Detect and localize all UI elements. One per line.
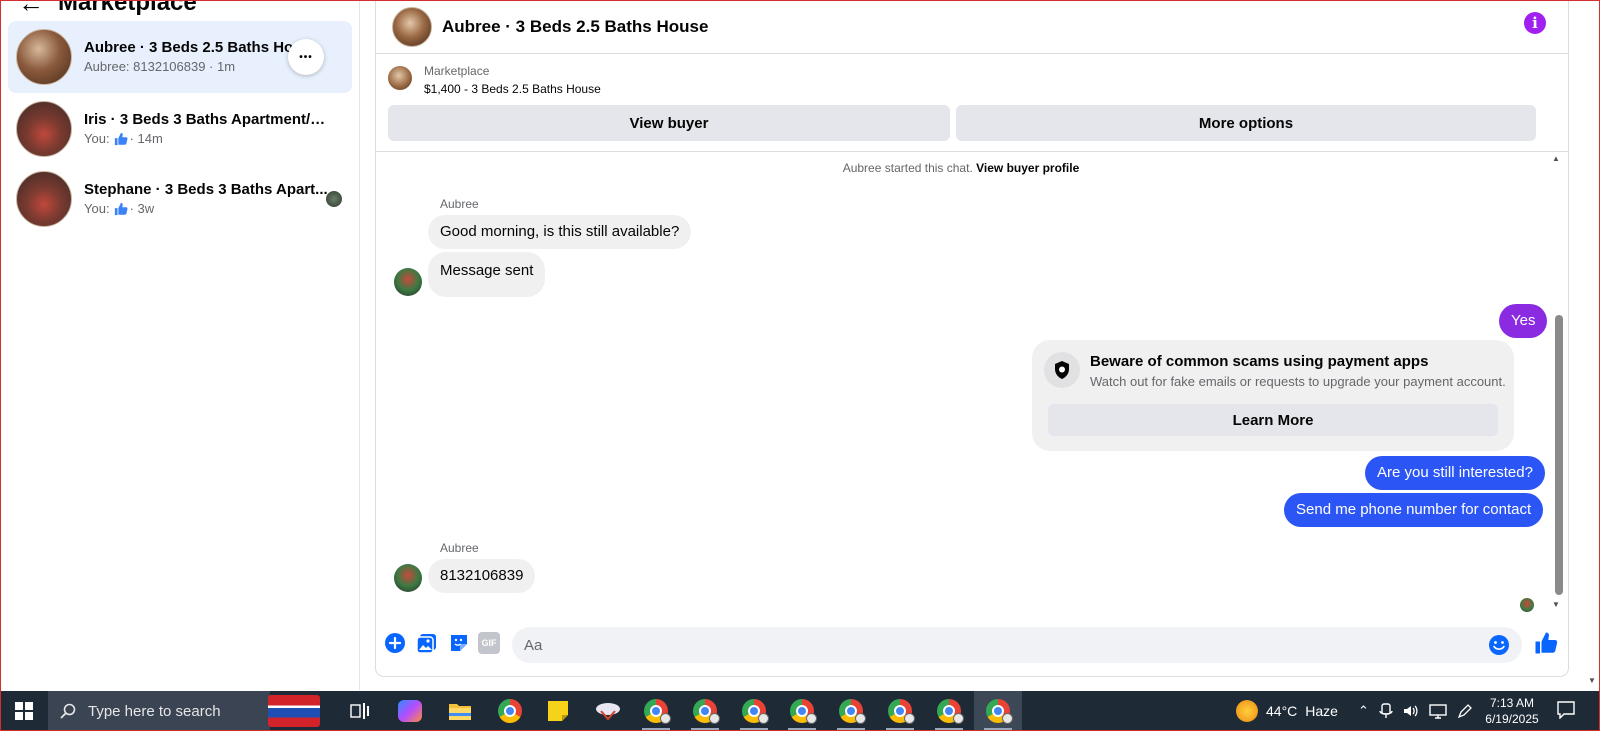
outgoing-message[interactable]: Yes (1499, 304, 1548, 338)
conversation-sidebar: ← Marketplace Aubree · 3 Beds 2.5 Baths … (0, 0, 360, 690)
contact-avatar[interactable] (392, 6, 432, 47)
thumbs-up-icon (114, 132, 128, 146)
learn-more-button[interactable]: Learn More (1048, 404, 1498, 436)
chrome-icon[interactable] (486, 691, 534, 731)
copilot-icon[interactable] (386, 691, 434, 731)
haze-weather-icon (1236, 700, 1258, 722)
sender-avatar[interactable] (394, 268, 422, 296)
scam-warning-card: Beware of common scams using payment app… (1032, 340, 1514, 451)
outgoing-message[interactable]: Send me phone number for contact (1284, 493, 1544, 527)
seen-avatar (326, 191, 342, 207)
view-buyer-button[interactable]: View buyer (388, 105, 950, 141)
incoming-message[interactable]: Good morning, is this still available? (428, 215, 692, 249)
temperature: 44°C (1266, 703, 1298, 719)
preview-time: · 3w (129, 201, 155, 216)
chrome-profile-4-icon[interactable] (778, 691, 826, 731)
info-icon[interactable]: i (1524, 12, 1546, 34)
chrome-profile-7-icon[interactable] (925, 691, 973, 731)
conversation-item-iris[interactable]: Iris · 3 Beds 3 Baths Apartment/co... Yo… (8, 93, 352, 165)
sender-name: Aubree (440, 197, 479, 211)
chat-started-notice: Aubree started this chat. View buyer pro… (376, 161, 1546, 175)
file-explorer-icon[interactable] (436, 691, 484, 731)
conversation-more-button[interactable]: ••• (288, 39, 324, 75)
clock-time: 7:13 AM (1489, 696, 1535, 710)
sender-avatar[interactable] (394, 564, 422, 592)
outgoing-message[interactable]: Are you still interested? (1365, 456, 1545, 490)
weather-widget[interactable]: 44°C Haze (1236, 691, 1338, 731)
chrome-profile-6-icon[interactable] (876, 691, 924, 731)
chat-panel: Aubree · 3 Beds 2.5 Baths House i Market… (376, 0, 1568, 676)
search-highlight-image (268, 695, 320, 727)
conversation-preview: You: · 3w (84, 200, 332, 218)
window-scroll-down-arrow-icon[interactable]: ▼ (1588, 676, 1596, 685)
chrome-profile-1-icon[interactable] (632, 691, 680, 731)
message-input[interactable]: Aa (512, 627, 1522, 663)
conversation-item-stephane[interactable]: Stephane · 3 Beds 3 Baths Apart... You: … (8, 163, 352, 235)
chrome-profile-3-icon[interactable] (730, 691, 778, 731)
search-icon (60, 703, 76, 719)
show-hidden-icons-chevron-icon[interactable]: ⌃ (1358, 703, 1369, 719)
gif-icon[interactable]: GIF (478, 632, 500, 654)
scam-warning-title: Beware of common scams using payment app… (1090, 353, 1429, 370)
listing-thumbnail (16, 29, 72, 85)
chrome-profile-5-icon[interactable] (827, 691, 875, 731)
chat-header: Aubree · 3 Beds 2.5 Baths House i (376, 0, 1568, 54)
message-input-placeholder: Aa (524, 636, 543, 654)
weather-condition: Haze (1305, 703, 1338, 719)
meet-now-icon[interactable] (1379, 703, 1393, 719)
thumbs-up-icon (114, 202, 128, 216)
windows-logo-icon (15, 702, 33, 720)
system-tray: ⌃ (1358, 691, 1473, 731)
listing-thumbnail[interactable] (388, 66, 412, 90)
like-send-icon[interactable] (1534, 631, 1558, 655)
preview-time: · 14m (129, 131, 163, 146)
more-options-icon: ••• (299, 51, 313, 63)
system-clock[interactable]: 7:13 AM 6/19/2025 (1484, 695, 1540, 727)
notification-center-icon[interactable] (1556, 701, 1576, 719)
chrome-profile-8-icon[interactable] (974, 691, 1022, 731)
volume-icon[interactable] (1403, 703, 1419, 719)
listing-thumbnail (16, 101, 72, 157)
sidebar-title: Marketplace (58, 0, 197, 16)
pen-icon[interactable] (1457, 703, 1473, 719)
started-text: Aubree started this chat. (842, 161, 973, 175)
listing-price-title[interactable]: $1,400 - 3 Beds 2.5 Baths House (424, 82, 601, 96)
scroll-up-arrow-icon[interactable]: ▲ (1552, 154, 1560, 163)
sender-name: Aubree (440, 541, 479, 555)
search-placeholder: Type here to search (88, 702, 221, 720)
snipping-tool-icon[interactable] (584, 691, 632, 731)
scroll-down-arrow-icon[interactable]: ▼ (1552, 600, 1560, 609)
plus-circle-icon[interactable] (384, 632, 406, 654)
conversation-title: Stephane · 3 Beds 3 Baths Apart... (84, 181, 328, 198)
chrome-profile-2-icon[interactable] (681, 691, 729, 731)
preview-prefix: You: (84, 131, 110, 146)
scam-warning-description: Watch out for fake emails or requests to… (1090, 374, 1506, 389)
sticker-icon[interactable] (448, 632, 470, 654)
task-view-icon[interactable] (336, 691, 384, 731)
shield-icon (1044, 352, 1080, 388)
photo-icon[interactable] (416, 632, 438, 654)
windows-start-button[interactable] (0, 691, 48, 731)
network-icon[interactable] (1429, 703, 1447, 719)
emoji-icon[interactable] (1488, 634, 1510, 656)
listing-banner: Marketplace $1,400 - 3 Beds 2.5 Baths Ho… (376, 55, 1568, 152)
conversation-item-aubree[interactable]: Aubree · 3 Beds 2.5 Baths House Aubree: … (8, 21, 352, 93)
more-options-button[interactable]: More options (956, 105, 1536, 141)
conversation-preview: You: · 14m (84, 130, 332, 148)
incoming-message[interactable]: Message sent (428, 252, 546, 297)
sticky-notes-icon[interactable] (534, 691, 582, 731)
back-arrow-icon[interactable]: ← (18, 0, 44, 16)
incoming-message[interactable]: 8132106839 (428, 559, 536, 593)
chat-title[interactable]: Aubree · 3 Beds 2.5 Baths House (442, 17, 708, 37)
chat-scrollbar-thumb[interactable] (1555, 315, 1563, 595)
read-receipt-avatar (1520, 598, 1534, 612)
view-buyer-profile-link[interactable]: View buyer profile (976, 161, 1079, 175)
clock-date: 6/19/2025 (1485, 712, 1539, 726)
listing-label: Marketplace (424, 64, 490, 78)
preview-prefix: You: (84, 201, 110, 216)
conversation-title: Iris · 3 Beds 3 Baths Apartment/co... (84, 111, 332, 128)
listing-thumbnail (16, 171, 72, 227)
taskbar-search-box[interactable]: Type here to search (48, 691, 320, 731)
sidebar-header: ← Marketplace (18, 0, 197, 18)
